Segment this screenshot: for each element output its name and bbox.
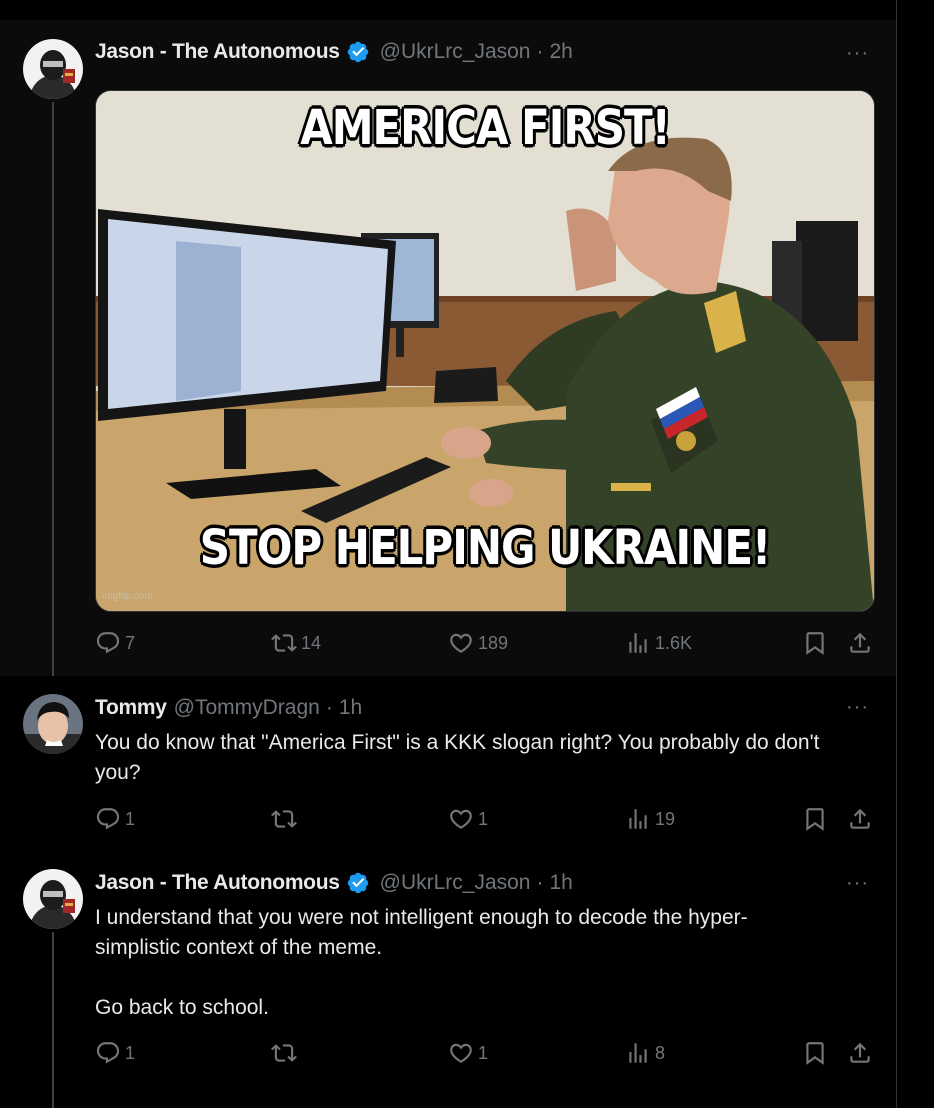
tweet-text: I understand that you were not intellige… <box>95 903 855 1023</box>
repost-count: 14 <box>301 632 322 653</box>
author-name[interactable]: Tommy <box>95 696 167 720</box>
bookmark-icon <box>802 1040 828 1066</box>
author-handle[interactable]: @UkrLrc_Jason <box>380 871 531 895</box>
views-icon <box>625 1040 651 1066</box>
like-count: 189 <box>478 632 509 653</box>
thread-line <box>52 932 54 1108</box>
separator-dot: · <box>536 40 544 63</box>
share-icon <box>847 1040 873 1066</box>
heart-icon <box>448 806 474 832</box>
avatar[interactable] <box>23 39 83 99</box>
reply-button[interactable]: 7 <box>95 630 135 656</box>
view-count: 1.6K <box>655 632 693 653</box>
tweet-actions: 1 1 19 <box>95 806 875 836</box>
share-button[interactable] <box>847 1040 873 1066</box>
more-options-icon[interactable]: ··· <box>846 42 869 65</box>
reply-tweet-jason[interactable]: Jason - The Autonomous @UkrLrc_Jason · 1… <box>0 850 896 1108</box>
author-name[interactable]: Jason - The Autonomous <box>95 871 340 895</box>
reply-count: 1 <box>125 808 136 829</box>
repost-button[interactable]: 14 <box>271 630 321 656</box>
reply-count: 7 <box>125 632 136 653</box>
tweet-text: You do know that "America First" is a KK… <box>95 731 820 784</box>
separator-dot: · <box>536 871 544 894</box>
view-count: 8 <box>655 1042 666 1063</box>
bookmark-button[interactable] <box>802 630 828 656</box>
views-icon <box>625 630 651 656</box>
more-options-icon[interactable]: ··· <box>846 696 869 719</box>
tweet-header: Jason - The Autonomous @UkrLrc_Jason · 1… <box>95 871 573 895</box>
like-button[interactable]: 1 <box>448 806 488 832</box>
avatar[interactable] <box>23 869 83 929</box>
thread-line <box>52 102 54 676</box>
avatar-image <box>23 694 83 754</box>
tweet-text-line <box>95 963 855 993</box>
share-icon <box>847 806 873 832</box>
tweet-header: Jason - The Autonomous @UkrLrc_Jason · 2… <box>95 40 573 64</box>
repost-icon <box>271 1040 297 1066</box>
views-icon <box>625 806 651 832</box>
timestamp[interactable]: 1h <box>339 696 362 720</box>
tweet-text-line: simplistic context of the meme. <box>95 936 383 959</box>
timestamp[interactable]: 1h <box>550 871 573 895</box>
tweet-actions: 7 14 189 1.6K <box>95 630 875 660</box>
reply-button[interactable]: 1 <box>95 1040 135 1066</box>
bookmark-icon <box>802 806 828 832</box>
tweet-header: Tommy @TommyDragn · 1h <box>95 696 362 720</box>
like-button[interactable]: 1 <box>448 1040 488 1066</box>
avatar-image <box>23 869 83 929</box>
verified-badge-icon <box>346 871 370 895</box>
share-button[interactable] <box>847 630 873 656</box>
tweet-actions: 1 1 8 <box>95 1040 875 1070</box>
tweet-text-line: I understand that you were not intellige… <box>95 906 748 929</box>
reply-icon <box>95 1040 121 1066</box>
avatar[interactable] <box>23 694 83 754</box>
views-button[interactable]: 1.6K <box>625 630 692 656</box>
author-name[interactable]: Jason - The Autonomous <box>95 40 340 64</box>
repost-button[interactable] <box>271 806 297 832</box>
repost-icon <box>271 806 297 832</box>
reply-icon <box>95 630 121 656</box>
repost-button[interactable] <box>271 1040 297 1066</box>
repost-icon <box>271 630 297 656</box>
heart-icon <box>448 630 474 656</box>
reply-button[interactable]: 1 <box>95 806 135 832</box>
view-count: 19 <box>655 808 676 829</box>
author-handle[interactable]: @TommyDragn <box>174 696 320 720</box>
like-button[interactable]: 189 <box>448 630 508 656</box>
reply-tweet-tommy[interactable]: Tommy @TommyDragn · 1h ··· You do know t… <box>0 676 896 850</box>
share-icon <box>847 630 873 656</box>
reply-count: 1 <box>125 1042 136 1063</box>
views-button[interactable]: 8 <box>625 1040 665 1066</box>
bookmark-icon <box>802 630 828 656</box>
avatar-image <box>23 39 83 99</box>
more-options-icon[interactable]: ··· <box>846 872 869 895</box>
share-button[interactable] <box>847 806 873 832</box>
bookmark-button[interactable] <box>802 806 828 832</box>
bookmark-button[interactable] <box>802 1040 828 1066</box>
author-handle[interactable]: @UkrLrc_Jason <box>380 40 531 64</box>
tweet-main[interactable]: Jason - The Autonomous @UkrLrc_Jason · 2… <box>0 20 896 676</box>
like-count: 1 <box>478 1042 489 1063</box>
heart-icon <box>448 1040 474 1066</box>
tweet-media-image[interactable]: AMERICA FIRST! STOP HELPING UKRAINE! img… <box>95 90 875 612</box>
views-button[interactable]: 19 <box>625 806 675 832</box>
top-strip <box>0 0 896 20</box>
separator-dot: · <box>325 696 333 719</box>
verified-badge-icon <box>346 40 370 64</box>
like-count: 1 <box>478 808 489 829</box>
timeline-border <box>896 0 897 1108</box>
meme-watermark: imgflip.com <box>102 591 153 602</box>
tweet-text-line: Go back to school. <box>95 996 269 1019</box>
meme-top-caption: AMERICA FIRST! <box>300 99 671 156</box>
meme-bottom-caption: STOP HELPING UKRAINE! <box>199 519 771 576</box>
reply-icon <box>95 806 121 832</box>
timestamp[interactable]: 2h <box>550 40 573 64</box>
